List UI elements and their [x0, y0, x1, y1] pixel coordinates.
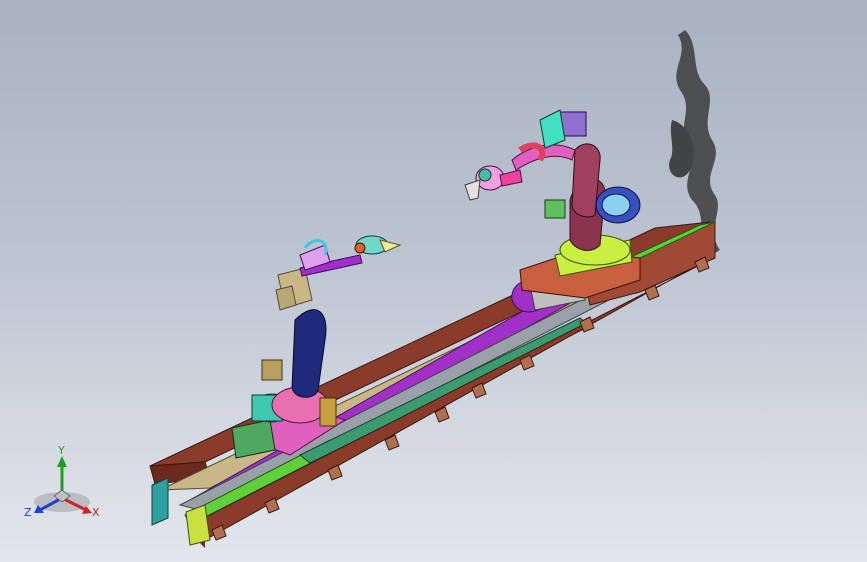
assembly-scene[interactable]	[0, 0, 867, 562]
y-axis-arrow-icon	[57, 456, 67, 467]
cad-viewport[interactable]: Y X Z	[0, 0, 867, 562]
x-axis-label: X	[92, 506, 100, 519]
y-axis-label: Y	[57, 444, 65, 457]
robot-arm-right[interactable]	[464, 109, 641, 299]
z-axis-label: Z	[24, 506, 32, 519]
orientation-triad[interactable]: Y X Z	[20, 440, 110, 530]
smoke-artifact	[669, 30, 720, 255]
